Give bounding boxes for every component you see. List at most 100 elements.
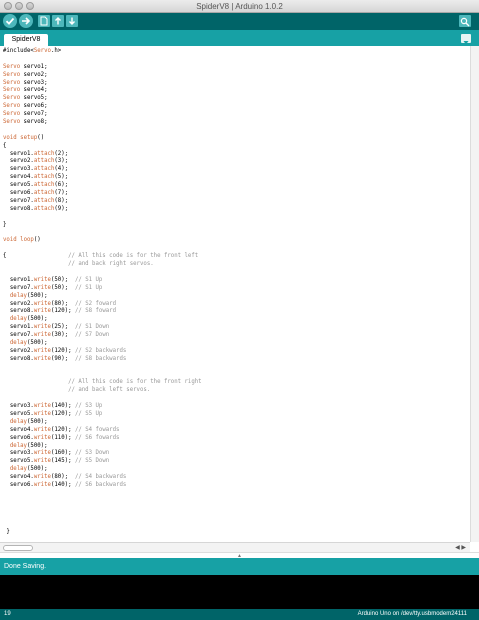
code-keyword: delay bbox=[9, 466, 27, 473]
code-line[interactable] bbox=[3, 498, 470, 506]
code-line[interactable]: } bbox=[3, 529, 470, 537]
console-output[interactable] bbox=[0, 575, 479, 609]
code-token: servo1; bbox=[20, 63, 48, 70]
code-token: (160); bbox=[50, 450, 75, 457]
code-line[interactable]: delay(500); bbox=[3, 443, 470, 451]
serial-monitor-button[interactable] bbox=[459, 15, 471, 27]
save-button[interactable] bbox=[66, 15, 78, 27]
code-line[interactable]: delay(500); bbox=[3, 419, 470, 427]
code-line[interactable]: { // All this code is for the front left bbox=[3, 253, 470, 261]
code-line[interactable]: Servo servo7; bbox=[3, 111, 470, 119]
minimize-window-button[interactable] bbox=[15, 2, 23, 10]
code-line[interactable]: // and back right servos. bbox=[3, 261, 470, 269]
code-token: (25); bbox=[50, 324, 75, 331]
code-line[interactable]: servo7.write(30); // S7 Down bbox=[3, 332, 470, 340]
code-keyword: write bbox=[33, 481, 51, 488]
code-line[interactable]: Servo servo2; bbox=[3, 72, 470, 80]
code-line[interactable]: servo5.write(120); // S5 Up bbox=[3, 411, 470, 419]
code-line[interactable]: servo2.attach(3); bbox=[3, 158, 470, 166]
code-line[interactable]: servo3.write(140); // S3 Up bbox=[3, 403, 470, 411]
code-editor[interactable]: #include<Servo.h> Servo servo1; Servo serv… bbox=[0, 46, 470, 542]
save-arrow-down-icon bbox=[69, 17, 75, 25]
check-icon bbox=[5, 17, 15, 25]
verify-button[interactable] bbox=[3, 14, 17, 28]
code-line[interactable]: servo1.attach(2); bbox=[3, 151, 470, 159]
code-line[interactable]: servo8.write(120); // S8 foward bbox=[3, 308, 470, 316]
arrow-right-icon bbox=[22, 17, 31, 25]
code-line[interactable] bbox=[3, 372, 470, 380]
code-line[interactable]: #include<Servo.h> bbox=[3, 48, 470, 56]
vertical-scrollbar[interactable] bbox=[470, 46, 479, 542]
code-line[interactable]: servo7.attach(8); bbox=[3, 198, 470, 206]
open-button[interactable] bbox=[52, 15, 64, 27]
code-line[interactable]: void loop() bbox=[3, 237, 470, 245]
code-line[interactable]: Servo servo8; bbox=[3, 119, 470, 127]
code-line[interactable]: servo5.write(145); // S5 Down bbox=[3, 458, 470, 466]
code-line[interactable]: servo1.write(50); // S1 Up bbox=[3, 277, 470, 285]
scroll-thumb[interactable] bbox=[3, 545, 33, 551]
code-line[interactable] bbox=[3, 127, 470, 135]
code-line[interactable] bbox=[3, 364, 470, 372]
code-token: servo7. bbox=[3, 284, 34, 291]
code-line[interactable]: servo8.write(90); // S8 backwards bbox=[3, 356, 470, 364]
code-keyword: delay bbox=[9, 339, 27, 346]
code-token: servo3; bbox=[20, 79, 48, 86]
code-line[interactable]: servo3.attach(4); bbox=[3, 166, 470, 174]
code-line[interactable]: // and back left servos. bbox=[3, 387, 470, 395]
code-token: servo5. bbox=[3, 410, 34, 417]
code-line[interactable]: delay(500); bbox=[3, 340, 470, 348]
code-line[interactable]: delay(500); bbox=[3, 466, 470, 474]
code-line[interactable]: servo6.attach(7); bbox=[3, 190, 470, 198]
code-line[interactable] bbox=[3, 506, 470, 514]
code-token: servo5. bbox=[3, 458, 34, 465]
code-line[interactable]: Servo servo6; bbox=[3, 103, 470, 111]
code-line[interactable]: delay(500); bbox=[3, 316, 470, 324]
tab-menu-button[interactable] bbox=[461, 34, 471, 45]
code-line[interactable]: Servo servo5; bbox=[3, 95, 470, 103]
code-token: .h> bbox=[50, 48, 62, 54]
code-line[interactable]: servo2.write(80); // S2 foward bbox=[3, 301, 470, 309]
zoom-window-button[interactable] bbox=[26, 2, 34, 10]
code-line[interactable]: servo6.write(140); // S6 backwards bbox=[3, 482, 470, 490]
code-keyword: write bbox=[33, 347, 51, 354]
upload-button[interactable] bbox=[19, 14, 33, 28]
code-line[interactable]: servo3.write(160); // S3 Down bbox=[3, 450, 470, 458]
code-token: servo5; bbox=[20, 95, 48, 102]
code-line[interactable]: Servo servo3; bbox=[3, 80, 470, 88]
code-line[interactable] bbox=[3, 490, 470, 498]
code-line[interactable]: servo4.attach(5); bbox=[3, 174, 470, 182]
code-line[interactable]: { bbox=[3, 143, 470, 151]
code-line[interactable]: servo4.write(80); // S4 backwards bbox=[3, 474, 470, 482]
code-line[interactable]: servo4.write(120); // S4 fowards bbox=[3, 427, 470, 435]
code-line[interactable]: servo5.attach(6); bbox=[3, 182, 470, 190]
code-line[interactable] bbox=[3, 245, 470, 253]
code-line[interactable]: servo7.write(50); // S1 Up bbox=[3, 285, 470, 293]
code-line[interactable] bbox=[3, 229, 470, 237]
code-line[interactable]: servo1.write(25); // S1 Down bbox=[3, 324, 470, 332]
code-line[interactable]: servo6.write(110); // S6 fowards bbox=[3, 435, 470, 443]
code-keyword: write bbox=[33, 324, 51, 331]
code-token: servo2; bbox=[20, 71, 48, 78]
code-line[interactable] bbox=[3, 521, 470, 529]
code-line[interactable]: Servo servo1; bbox=[3, 64, 470, 72]
code-line[interactable] bbox=[3, 395, 470, 403]
code-line[interactable]: delay(500); bbox=[3, 293, 470, 301]
tab-spiderv8[interactable]: SpiderV8 bbox=[4, 34, 48, 46]
code-line[interactable]: // All this code is for the front right bbox=[3, 379, 470, 387]
horizontal-scrollbar[interactable]: ◀ ▶ bbox=[0, 542, 470, 552]
code-line[interactable] bbox=[3, 56, 470, 64]
code-line[interactable] bbox=[3, 214, 470, 222]
code-token: (145); bbox=[50, 458, 75, 465]
code-line[interactable] bbox=[3, 269, 470, 277]
new-button[interactable] bbox=[38, 15, 50, 27]
code-line[interactable]: servo8.attach(9); bbox=[3, 206, 470, 214]
code-line[interactable]: } bbox=[3, 222, 470, 230]
code-line[interactable]: servo2.write(120); // S2 backwards bbox=[3, 348, 470, 356]
code-line[interactable]: void setup() bbox=[3, 135, 470, 143]
code-line[interactable]: Servo servo4; bbox=[3, 87, 470, 95]
code-token: servo8. bbox=[3, 205, 34, 212]
close-window-button[interactable] bbox=[4, 2, 12, 10]
code-text[interactable]: #include<Servo.h> Servo servo1; Servo serv… bbox=[0, 46, 470, 537]
code-line[interactable] bbox=[3, 514, 470, 522]
